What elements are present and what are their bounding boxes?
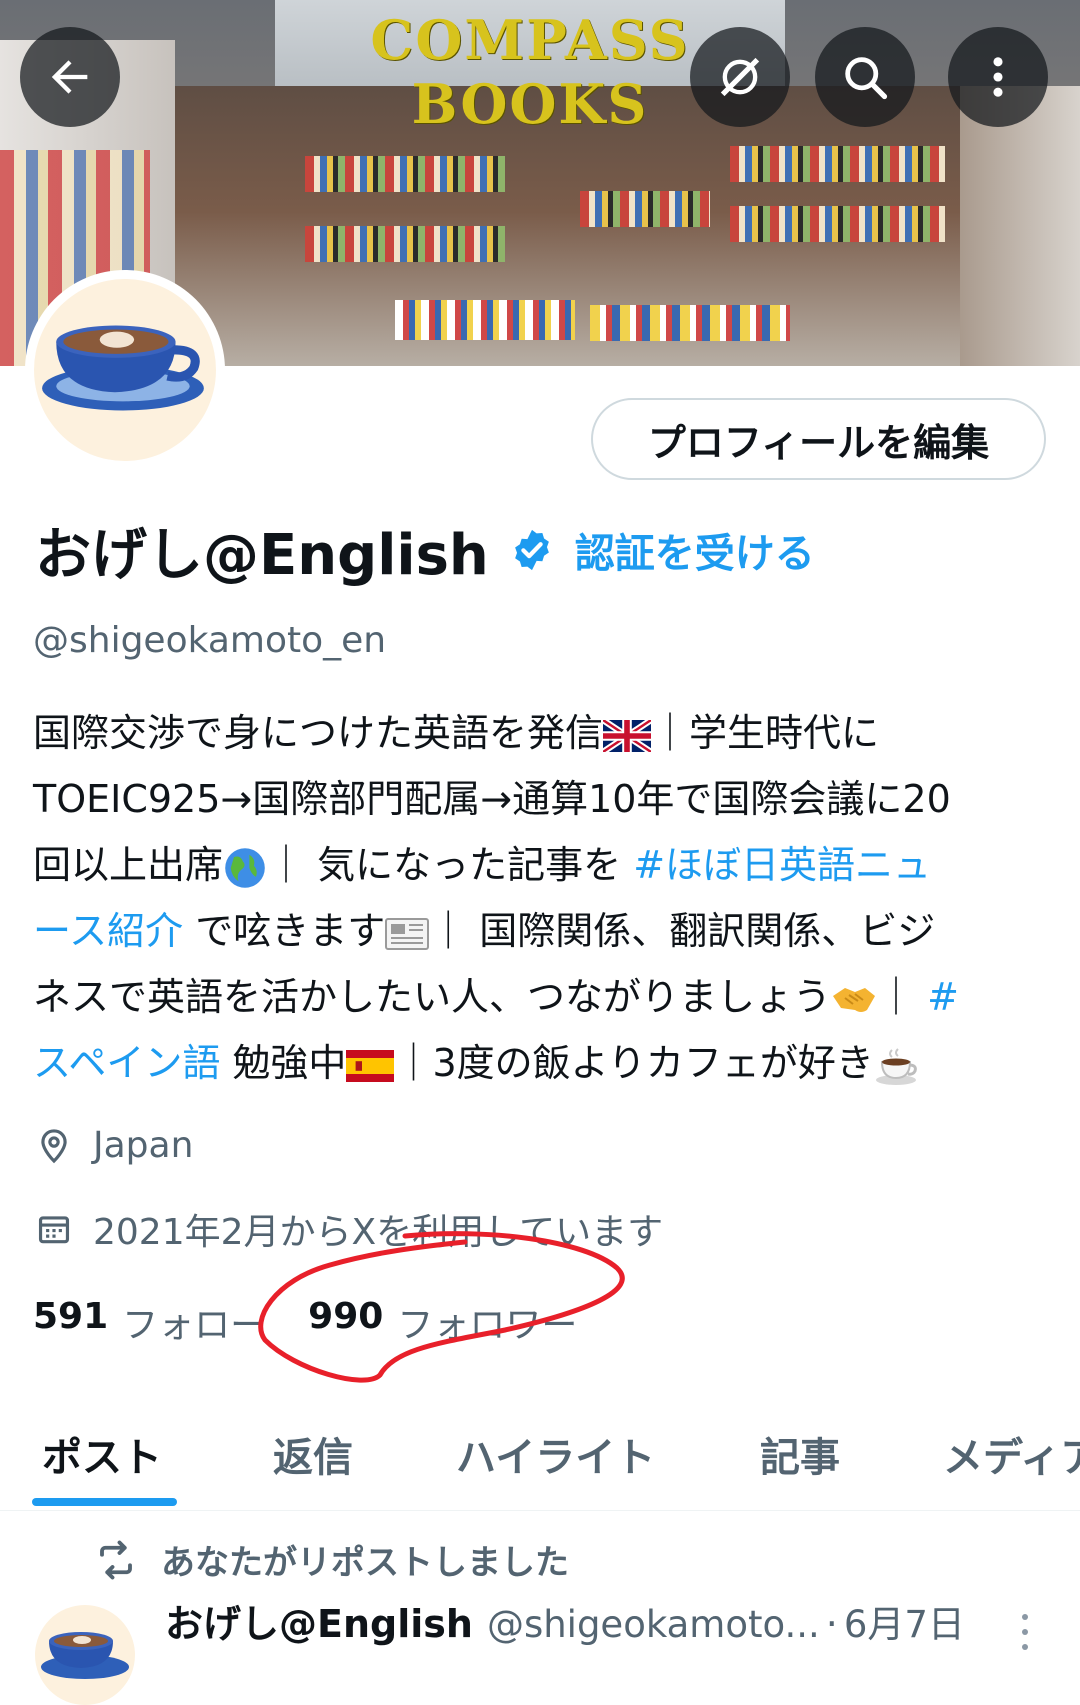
edit-profile-button[interactable]: プロフィールを編集 xyxy=(591,398,1046,480)
search-button[interactable] xyxy=(815,27,915,127)
bio-line: TOEIC925→国際部門配属→通算10年で国際会議に20 xyxy=(33,777,951,821)
coffee-cup-avatar-image xyxy=(34,279,216,461)
bio-text: 回以上出席 xyxy=(33,843,224,887)
bio-line: スペイン語 勉強中 ｜3度の飯よりカフェが好き xyxy=(33,1030,1053,1096)
calendar-icon xyxy=(38,1216,70,1244)
post-item[interactable]: おげし@English @shigeokamoto... · 6月7日 xyxy=(0,1585,1080,1705)
verified-badge-icon[interactable] xyxy=(509,527,555,573)
bio-text: ｜ xyxy=(877,975,928,1019)
bio-text: ｜3度の飯よりカフェが好き xyxy=(394,1041,874,1085)
repost-icon xyxy=(100,1540,132,1579)
banner-book-table xyxy=(395,300,575,340)
handshake-emoji-icon xyxy=(833,987,876,1012)
location-pin-icon xyxy=(41,1128,67,1163)
uk-flag-icon xyxy=(603,719,652,752)
post-author-handle[interactable]: @shigeokamoto... xyxy=(487,1603,820,1646)
bio-line: ース紹介 で呟きます ｜ 国際関係、翻訳関係、ビジ xyxy=(33,898,1053,964)
red-circle-annotation xyxy=(258,1231,625,1383)
tab-replies[interactable]: 返信 xyxy=(273,1425,353,1483)
profile-avatar[interactable] xyxy=(25,270,225,470)
newspaper-emoji-icon xyxy=(385,917,430,950)
display-name: おげし@English xyxy=(35,522,489,588)
banner-shelf xyxy=(730,146,945,182)
post-separator: · xyxy=(825,1602,838,1646)
vertical-dots-icon xyxy=(993,57,1003,97)
banner-shelf xyxy=(305,156,505,192)
bio-text: ｜ 気になった記事を xyxy=(267,843,634,887)
tab-articles[interactable]: 記事 xyxy=(760,1425,840,1483)
tab-media[interactable]: メディア xyxy=(943,1425,1080,1483)
following-label: フォロー xyxy=(122,1305,267,1346)
arrow-left-icon xyxy=(51,60,88,94)
post-header: おげし@English @shigeokamoto... · 6月7日 xyxy=(165,1593,965,1648)
profile-bio: 国際交渉で身につけた英語を発信 ｜学生時代に TOEIC925→国際部門配属→通算… xyxy=(33,700,1053,1096)
bio-text: 勉強中 xyxy=(220,1041,347,1085)
bio-line: 回以上出席 ｜ 気になった記事を #ほぼ日英語ニュ xyxy=(33,832,1053,898)
get-verified-link[interactable]: 認証を受ける xyxy=(575,521,815,579)
following-link[interactable]: 591 フォロー xyxy=(33,1296,266,1348)
slash-circle-icon xyxy=(720,57,760,97)
bio-line: ネスで英語を活かしたい人、つながりましょう ｜ # xyxy=(33,964,1053,1030)
grok-button[interactable] xyxy=(690,27,790,127)
location-text: Japan xyxy=(93,1125,194,1166)
post-more-icon[interactable] xyxy=(1010,1607,1040,1657)
repost-indicator: あなたがリポストしました xyxy=(95,1535,569,1584)
post-date[interactable]: 6月7日 xyxy=(844,1594,965,1648)
following-count: 591 xyxy=(33,1296,109,1337)
tab-highlights[interactable]: ハイライト xyxy=(456,1425,655,1483)
profile-name-row: おげし@English 認証を受ける xyxy=(35,515,815,588)
banner-shelf xyxy=(580,191,710,227)
post-avatar[interactable] xyxy=(35,1605,135,1705)
bio-line: 国際交渉で身につけた英語を発信 ｜学生時代に xyxy=(33,700,1053,766)
more-options-button[interactable] xyxy=(948,27,1048,127)
bio-text: で呟きます xyxy=(183,909,386,953)
hashtag-link[interactable]: #ほぼ日英語ニュ xyxy=(633,843,931,887)
back-button[interactable] xyxy=(20,27,120,127)
hashtag-link[interactable]: ース紹介 xyxy=(33,909,183,953)
tab-posts[interactable]: ポスト xyxy=(42,1425,162,1483)
globe-emoji-icon xyxy=(225,847,265,888)
repost-label: あなたがリポストしました xyxy=(161,1543,569,1583)
bio-text: ネスで英語を活かしたい人、つながりましょう xyxy=(33,975,832,1019)
hashtag-link[interactable]: スペイン語 xyxy=(33,1041,220,1085)
active-tab-indicator xyxy=(32,1498,177,1506)
banner-book-table xyxy=(590,305,790,341)
profile-tabs: ポスト 返信 ハイライト 記事 メディア xyxy=(0,1395,1080,1511)
location-row: Japan xyxy=(35,1125,193,1166)
banner-shelf xyxy=(305,226,505,262)
search-icon xyxy=(845,57,888,100)
banner-shelf xyxy=(730,206,945,242)
coffee-emoji-icon xyxy=(875,1047,917,1085)
profile-handle: @shigeokamoto_en xyxy=(33,620,387,661)
bio-text: ｜学生時代に xyxy=(651,711,880,755)
spain-flag-icon xyxy=(346,1049,395,1082)
banner-wall xyxy=(960,86,1080,366)
hashtag-link[interactable]: # xyxy=(927,975,959,1019)
bio-text: ｜ 国際関係、翻訳関係、ビジ xyxy=(429,909,936,953)
post-author-name[interactable]: おげし@English xyxy=(165,1593,473,1648)
bio-text: 国際交渉で身につけた英語を発信 xyxy=(33,711,604,755)
